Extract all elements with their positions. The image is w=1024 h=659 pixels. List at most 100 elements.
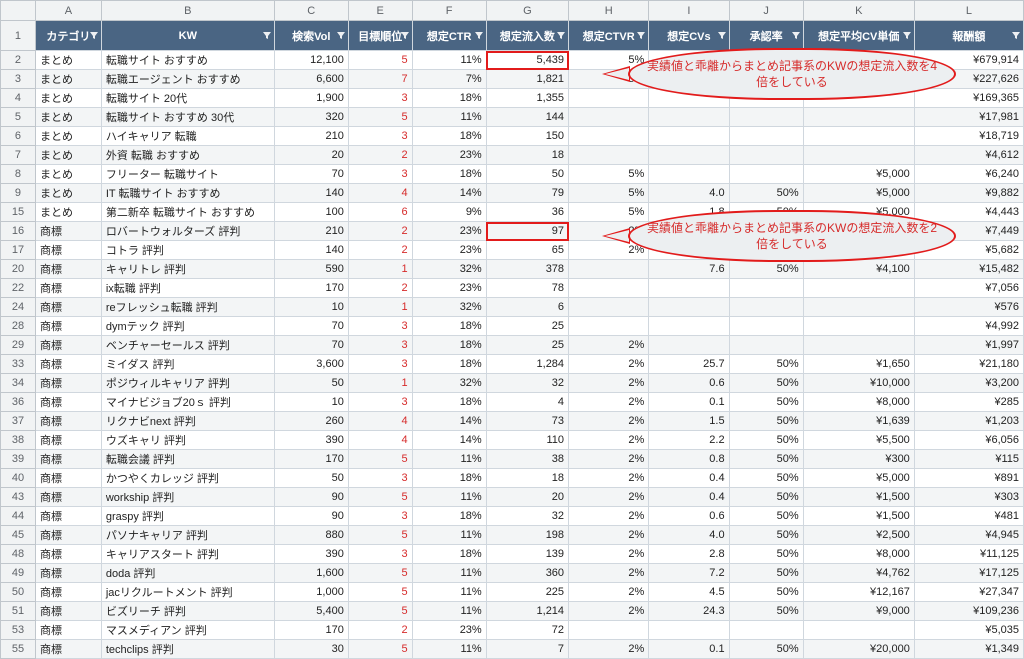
cell-F[interactable]: 11% xyxy=(412,51,486,70)
cell-F[interactable]: 18% xyxy=(412,469,486,488)
cell-B[interactable]: graspy 評判 xyxy=(101,507,274,526)
cell-C[interactable]: 590 xyxy=(274,260,348,279)
cell-I[interactable]: 1.5 xyxy=(649,412,729,431)
cell-G[interactable]: 50 xyxy=(486,165,568,184)
cell-I[interactable] xyxy=(649,146,729,165)
cell-C[interactable]: 320 xyxy=(274,108,348,127)
cell-C[interactable]: 170 xyxy=(274,621,348,640)
cell-E[interactable]: 1 xyxy=(348,298,412,317)
cell-L[interactable]: ¥5,035 xyxy=(914,621,1023,640)
cell-H[interactable] xyxy=(569,260,649,279)
cell-B[interactable]: 転職エージェント おすすめ xyxy=(101,70,274,89)
cell-J[interactable]: 50% xyxy=(729,507,803,526)
row-number[interactable]: 1 xyxy=(1,21,36,51)
cell-B[interactable]: フリーター 転職サイト xyxy=(101,165,274,184)
cell-L[interactable]: ¥4,612 xyxy=(914,146,1023,165)
row-number[interactable]: 6 xyxy=(1,127,36,146)
row-number[interactable]: 20 xyxy=(1,260,36,279)
cell-F[interactable]: 32% xyxy=(412,298,486,317)
cell-G[interactable]: 6 xyxy=(486,298,568,317)
cell-A[interactable]: 商標 xyxy=(35,393,101,412)
cell-I[interactable]: 4.0 xyxy=(649,184,729,203)
cell-I[interactable]: 7.2 xyxy=(649,564,729,583)
cell-E[interactable]: 4 xyxy=(348,431,412,450)
cell-K[interactable]: ¥10,000 xyxy=(803,374,914,393)
cell-B[interactable]: ハイキャリア 転職 xyxy=(101,127,274,146)
cell-G[interactable]: 36 xyxy=(486,203,568,222)
row-number[interactable]: 17 xyxy=(1,241,36,260)
cell-I[interactable]: 4.0 xyxy=(649,526,729,545)
cell-E[interactable]: 3 xyxy=(348,317,412,336)
cell-K[interactable]: ¥9,000 xyxy=(803,602,914,621)
cell-B[interactable]: コトラ 評判 xyxy=(101,241,274,260)
cell-C[interactable]: 70 xyxy=(274,165,348,184)
cell-A[interactable]: まとめ xyxy=(35,146,101,165)
cell-E[interactable]: 2 xyxy=(348,241,412,260)
column-header-B[interactable]: B xyxy=(101,1,274,21)
cell-E[interactable]: 4 xyxy=(348,184,412,203)
cell-H[interactable]: 2% xyxy=(569,374,649,393)
header-K[interactable]: 想定平均CV単価 xyxy=(803,21,914,51)
header-A[interactable]: カテゴリ xyxy=(35,21,101,51)
column-header-F[interactable]: F xyxy=(412,1,486,21)
filter-icon[interactable] xyxy=(336,31,346,41)
cell-G[interactable]: 198 xyxy=(486,526,568,545)
cell-A[interactable]: 商標 xyxy=(35,317,101,336)
column-header-C[interactable]: C xyxy=(274,1,348,21)
cell-B[interactable]: 転職サイト 20代 xyxy=(101,89,274,108)
cell-E[interactable]: 3 xyxy=(348,336,412,355)
cell-H[interactable] xyxy=(569,127,649,146)
cell-F[interactable]: 11% xyxy=(412,108,486,127)
cell-J[interactable] xyxy=(729,317,803,336)
cell-B[interactable]: doda 評判 xyxy=(101,564,274,583)
cell-A[interactable]: 商標 xyxy=(35,621,101,640)
cell-C[interactable]: 12,100 xyxy=(274,51,348,70)
cell-A[interactable]: 商標 xyxy=(35,526,101,545)
column-letter-row[interactable]: ABCEFGHIJKL xyxy=(1,1,1024,21)
cell-H[interactable]: 2% xyxy=(569,355,649,374)
cell-G[interactable]: 25 xyxy=(486,317,568,336)
cell-E[interactable]: 2 xyxy=(348,279,412,298)
cell-L[interactable]: ¥11,125 xyxy=(914,545,1023,564)
cell-L[interactable]: ¥115 xyxy=(914,450,1023,469)
cell-H[interactable]: 5% xyxy=(569,184,649,203)
cell-K[interactable]: ¥1,500 xyxy=(803,488,914,507)
cell-F[interactable]: 18% xyxy=(412,317,486,336)
header-E[interactable]: 目標順位 xyxy=(348,21,412,51)
cell-L[interactable]: ¥1,997 xyxy=(914,336,1023,355)
cell-L[interactable]: ¥17,125 xyxy=(914,564,1023,583)
column-header-E[interactable]: E xyxy=(348,1,412,21)
cell-I[interactable] xyxy=(649,165,729,184)
cell-K[interactable]: ¥1,650 xyxy=(803,355,914,374)
row-number[interactable]: 37 xyxy=(1,412,36,431)
cell-I[interactable] xyxy=(649,127,729,146)
cell-G[interactable]: 1,821 xyxy=(486,70,568,89)
cell-G[interactable]: 1,214 xyxy=(486,602,568,621)
cell-J[interactable] xyxy=(729,108,803,127)
cell-A[interactable]: まとめ xyxy=(35,127,101,146)
cell-K[interactable] xyxy=(803,621,914,640)
cell-I[interactable]: 0.4 xyxy=(649,488,729,507)
cell-K[interactable] xyxy=(803,108,914,127)
cell-F[interactable]: 18% xyxy=(412,355,486,374)
cell-A[interactable]: 商標 xyxy=(35,412,101,431)
cell-C[interactable]: 1,000 xyxy=(274,583,348,602)
cell-F[interactable]: 18% xyxy=(412,89,486,108)
cell-L[interactable]: ¥6,056 xyxy=(914,431,1023,450)
cell-K[interactable] xyxy=(803,146,914,165)
cell-C[interactable]: 170 xyxy=(274,450,348,469)
row-number[interactable]: 38 xyxy=(1,431,36,450)
cell-A[interactable]: 商標 xyxy=(35,564,101,583)
cell-B[interactable]: ベンチャーセールス 評判 xyxy=(101,336,274,355)
cell-L[interactable]: ¥21,180 xyxy=(914,355,1023,374)
cell-A[interactable]: 商標 xyxy=(35,260,101,279)
cell-E[interactable]: 6 xyxy=(348,203,412,222)
cell-F[interactable]: 14% xyxy=(412,431,486,450)
cell-F[interactable]: 23% xyxy=(412,222,486,241)
row-number[interactable]: 53 xyxy=(1,621,36,640)
header-L[interactable]: 報酬額 xyxy=(914,21,1023,51)
cell-I[interactable] xyxy=(649,336,729,355)
cell-K[interactable]: ¥8,000 xyxy=(803,393,914,412)
cell-A[interactable]: 商標 xyxy=(35,602,101,621)
cell-A[interactable]: まとめ xyxy=(35,70,101,89)
